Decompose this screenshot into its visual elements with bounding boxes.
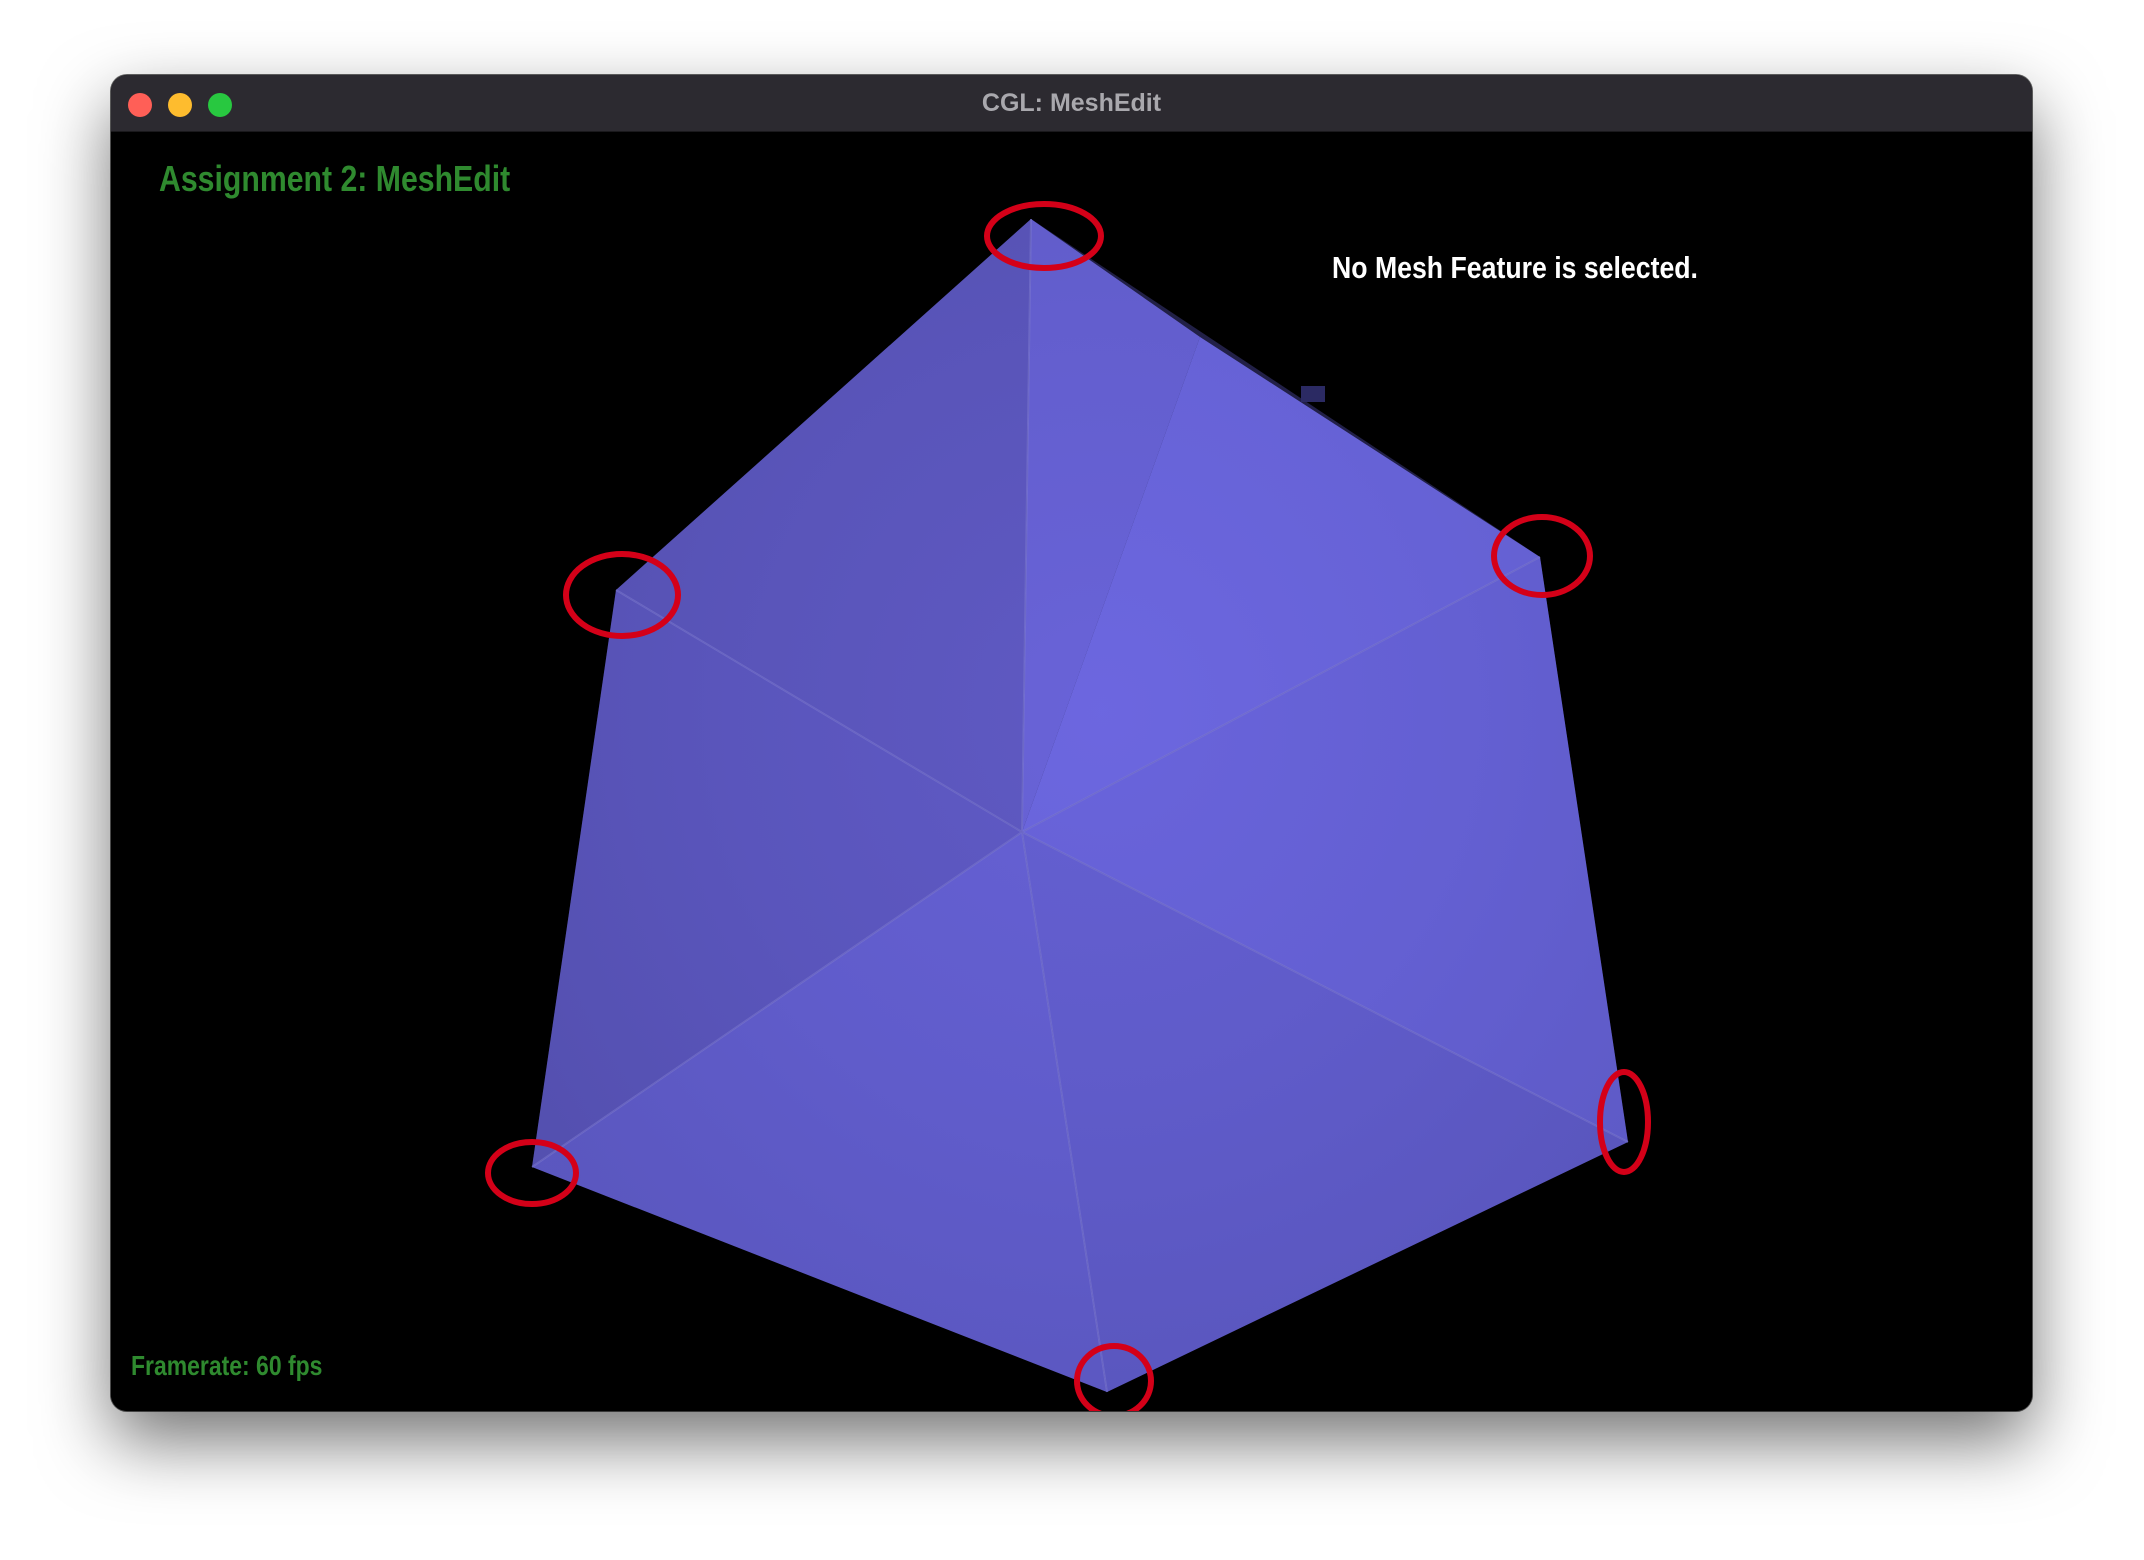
framerate-readout: Framerate: 60 fps (131, 1350, 323, 1381)
selection-status: No Mesh Feature is selected. (1332, 250, 1698, 285)
assignment-title: Assignment 2: MeshEdit (159, 158, 511, 199)
mesh-canvas[interactable] (111, 132, 2032, 1411)
title-bar[interactable]: CGL: MeshEdit (111, 75, 2032, 132)
app-window: CGL: MeshEdit Assignment 2: MeshEdit No … (111, 75, 2032, 1411)
cube-mesh[interactable] (531, 218, 1629, 1393)
mesh-viewport[interactable]: Assignment 2: MeshEdit No Mesh Feature i… (111, 132, 2032, 1411)
mesh-artifact (1301, 386, 1325, 402)
window-title: CGL: MeshEdit (981, 89, 1162, 117)
